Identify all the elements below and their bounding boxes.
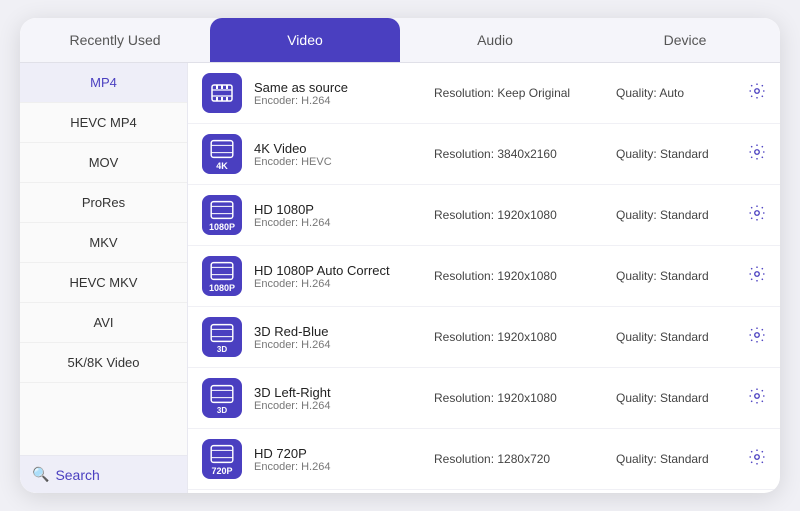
format-encoder-3d-red-blue: Encoder: H.264 <box>254 339 422 351</box>
format-resolution-4k-video: Resolution: 3840x2160 <box>434 147 604 161</box>
sidebar-item-mov[interactable]: MOV <box>20 143 187 183</box>
search-icon: 🔍 <box>32 466 49 483</box>
content-area: Same as sourceEncoder: H.264Resolution: … <box>188 63 780 493</box>
format-icon-hd-1080p-auto: 1080P <box>202 256 242 296</box>
main-container: Recently UsedVideoAudioDevice MP4HEVC MP… <box>20 18 780 493</box>
format-info-hd-1080p-auto: HD 1080P Auto CorrectEncoder: H.264 <box>254 263 422 290</box>
search-button[interactable]: 🔍 Search <box>20 455 187 493</box>
format-resolution-same-as-source: Resolution: Keep Original <box>434 86 604 100</box>
gear-button-hd-1080p[interactable] <box>748 204 766 227</box>
sidebar-item-5k8k[interactable]: 5K/8K Video <box>20 343 187 383</box>
format-row-4k-video[interactable]: 4K 4K VideoEncoder: HEVC Resolution: 3840x… <box>188 124 780 185</box>
format-icon-3d-red-blue: 3D <box>202 317 242 357</box>
format-quality-hd-1080p: Quality: Standard <box>616 208 736 222</box>
format-row-3d-red-blue[interactable]: 3D 3D Red-BlueEncoder: H.264 Resolution: 1… <box>188 307 780 368</box>
format-quality-3d-left-right: Quality: Standard <box>616 391 736 405</box>
format-icon-4k-video: 4K <box>202 134 242 174</box>
format-info-hd-720p: HD 720PEncoder: H.264 <box>254 446 422 473</box>
format-resolution-hd-1080p: Resolution: 1920x1080 <box>434 208 604 222</box>
sidebar-item-hevc-mkv[interactable]: HEVC MKV <box>20 263 187 303</box>
gear-button-hd-1080p-auto[interactable] <box>748 265 766 288</box>
tab-video[interactable]: Video <box>210 18 400 62</box>
format-quality-same-as-source: Quality: Auto <box>616 86 736 100</box>
format-name-same-as-source: Same as source <box>254 80 422 95</box>
format-row-hd-1080p[interactable]: 1080P HD 1080PEncoder: H.264 Resolution: 1… <box>188 185 780 246</box>
body: MP4HEVC MP4MOVProResMKVHEVC MKVAVI5K/8K … <box>20 63 780 493</box>
format-quality-hd-720p: Quality: Standard <box>616 452 736 466</box>
tab-device[interactable]: Device <box>590 18 780 62</box>
format-resolution-hd-720p: Resolution: 1280x720 <box>434 452 604 466</box>
format-encoder-hd-720p: Encoder: H.264 <box>254 461 422 473</box>
sidebar: MP4HEVC MP4MOVProResMKVHEVC MKVAVI5K/8K … <box>20 63 188 493</box>
format-icon-same-as-source <box>202 73 242 113</box>
format-info-hd-1080p: HD 1080PEncoder: H.264 <box>254 202 422 229</box>
format-encoder-3d-left-right: Encoder: H.264 <box>254 400 422 412</box>
tab-bar: Recently UsedVideoAudioDevice <box>20 18 780 63</box>
format-row-same-as-source[interactable]: Same as sourceEncoder: H.264 Resolution: … <box>188 63 780 124</box>
format-encoder-hd-1080p: Encoder: H.264 <box>254 217 422 229</box>
format-row-3d-left-right[interactable]: 3D 3D Left-RightEncoder: H.264 Resolution:… <box>188 368 780 429</box>
format-info-3d-red-blue: 3D Red-BlueEncoder: H.264 <box>254 324 422 351</box>
format-icon-3d-left-right: 3D <box>202 378 242 418</box>
format-quality-4k-video: Quality: Standard <box>616 147 736 161</box>
format-row-hd-720p[interactable]: 720P HD 720PEncoder: H.264 Resolution: 128… <box>188 429 780 490</box>
format-row-hd-720p-auto[interactable]: 720PHD 720P Auto CorrectEncoder: H.264Re… <box>188 490 780 493</box>
format-resolution-3d-left-right: Resolution: 1920x1080 <box>434 391 604 405</box>
format-quality-3d-red-blue: Quality: Standard <box>616 330 736 344</box>
format-resolution-3d-red-blue: Resolution: 1920x1080 <box>434 330 604 344</box>
format-info-same-as-source: Same as sourceEncoder: H.264 <box>254 80 422 107</box>
sidebar-item-mp4[interactable]: MP4 <box>20 63 187 103</box>
format-encoder-same-as-source: Encoder: H.264 <box>254 95 422 107</box>
sidebar-item-mkv[interactable]: MKV <box>20 223 187 263</box>
format-icon-hd-1080p: 1080P <box>202 195 242 235</box>
gear-button-hd-720p[interactable] <box>748 448 766 471</box>
format-quality-hd-1080p-auto: Quality: Standard <box>616 269 736 283</box>
gear-button-3d-left-right[interactable] <box>748 387 766 410</box>
search-label: Search <box>55 467 99 483</box>
tab-audio[interactable]: Audio <box>400 18 590 62</box>
format-name-3d-left-right: 3D Left-Right <box>254 385 422 400</box>
format-name-hd-1080p-auto: HD 1080P Auto Correct <box>254 263 422 278</box>
format-info-4k-video: 4K VideoEncoder: HEVC <box>254 141 422 168</box>
sidebar-item-hevc-mp4[interactable]: HEVC MP4 <box>20 103 187 143</box>
format-name-3d-red-blue: 3D Red-Blue <box>254 324 422 339</box>
gear-button-3d-red-blue[interactable] <box>748 326 766 349</box>
format-encoder-hd-1080p-auto: Encoder: H.264 <box>254 278 422 290</box>
format-row-hd-1080p-auto[interactable]: 1080P HD 1080P Auto CorrectEncoder: H.264… <box>188 246 780 307</box>
format-name-4k-video: 4K Video <box>254 141 422 156</box>
format-resolution-hd-1080p-auto: Resolution: 1920x1080 <box>434 269 604 283</box>
sidebar-item-avi[interactable]: AVI <box>20 303 187 343</box>
format-encoder-4k-video: Encoder: HEVC <box>254 156 422 168</box>
gear-button-same-as-source[interactable] <box>748 82 766 105</box>
format-icon-hd-720p: 720P <box>202 439 242 479</box>
tab-recently-used[interactable]: Recently Used <box>20 18 210 62</box>
sidebar-item-prores[interactable]: ProRes <box>20 183 187 223</box>
format-info-3d-left-right: 3D Left-RightEncoder: H.264 <box>254 385 422 412</box>
format-name-hd-720p: HD 720P <box>254 446 422 461</box>
format-name-hd-1080p: HD 1080P <box>254 202 422 217</box>
gear-button-4k-video[interactable] <box>748 143 766 166</box>
